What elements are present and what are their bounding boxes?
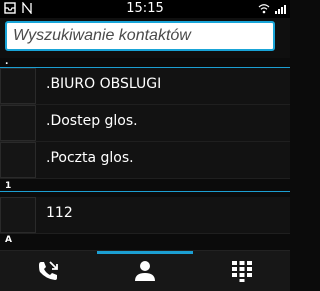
status-bar: 15:15 (0, 0, 290, 18)
signal-bars-icon (275, 5, 286, 14)
section-label: A (5, 235, 12, 245)
contact-name: 112 (46, 205, 73, 221)
section-header-dot: . (0, 57, 290, 68)
section-label: . (5, 57, 9, 67)
dialpad-icon (232, 261, 252, 282)
wifi-icon (258, 4, 270, 14)
avatar (0, 105, 36, 141)
section-label: 1 (5, 181, 12, 191)
contact-name: .Dostep glos. (46, 113, 138, 129)
contact-row[interactable]: 112 (0, 197, 290, 234)
bottom-tab-bar (0, 250, 290, 291)
tab-dialpad[interactable] (194, 251, 290, 291)
tab-contacts[interactable] (97, 251, 193, 291)
section-divider (0, 191, 290, 192)
status-right-icons (258, 3, 286, 15)
contact-row[interactable]: .Dostep glos. (0, 105, 290, 142)
contact-row[interactable]: .BIURO OBSLUGI (0, 68, 290, 105)
contact-row[interactable]: .Poczta glos. (0, 142, 290, 179)
avatar (0, 142, 36, 178)
status-time: 15:15 (126, 1, 164, 16)
tab-call-log[interactable] (0, 251, 96, 291)
avatar (0, 197, 36, 233)
contacts-person-icon (135, 261, 155, 281)
search-input[interactable] (5, 21, 275, 51)
section-header-1: 1 (0, 181, 290, 192)
contact-name: .BIURO OBSLUGI (46, 76, 162, 92)
search-area (0, 18, 290, 58)
call-log-icon (39, 261, 58, 280)
contact-name: .Poczta glos. (46, 150, 134, 166)
avatar (0, 68, 36, 104)
section-header-a: A (0, 235, 290, 246)
